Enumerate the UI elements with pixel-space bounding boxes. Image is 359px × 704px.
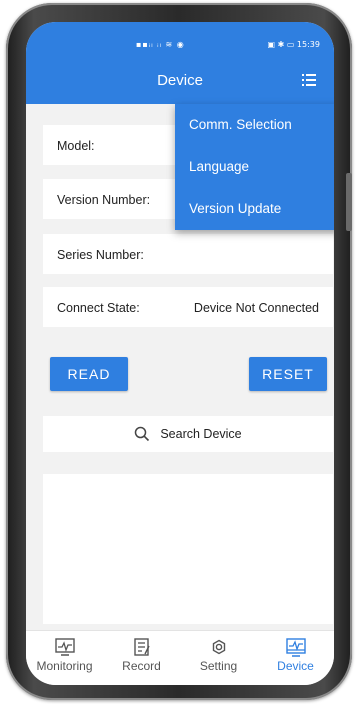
model-label: Model: <box>57 139 95 153</box>
version-label: Version Number: <box>57 193 151 207</box>
record-icon <box>133 638 150 656</box>
menu-item-comm-selection[interactable]: Comm. Selection <box>175 104 334 146</box>
search-device-label: Search Device <box>160 427 242 441</box>
tab-monitoring[interactable]: Monitoring <box>26 637 103 673</box>
bottom-tab-bar: Monitoring Record Setting Device <box>26 630 334 685</box>
side-button <box>346 173 352 231</box>
tab-record[interactable]: Record <box>103 637 180 673</box>
device-icon <box>285 638 306 657</box>
overflow-menu: Comm. Selection Language Version Update <box>175 104 334 230</box>
status-signal-icons: ▪▪ᵢₗ ᵢₗ ≋ ◉ <box>136 39 185 49</box>
status-bar: ▪▪ᵢₗ ᵢₗ ≋ ◉ ▣ ✱ ▭ 15:39 <box>136 38 320 50</box>
reset-button[interactable]: RESET <box>249 357 327 391</box>
tab-record-label: Record <box>122 659 161 673</box>
search-icon <box>135 426 150 442</box>
menu-item-language[interactable]: Language <box>175 146 334 188</box>
tab-monitoring-label: Monitoring <box>36 659 93 673</box>
connect-label: Connect State: <box>57 301 140 315</box>
tab-device-label: Device <box>277 659 314 673</box>
connect-state-value: Device Not Connected <box>193 301 319 315</box>
tab-setting[interactable]: Setting <box>180 637 257 673</box>
menu-icon[interactable] <box>302 74 316 86</box>
read-button[interactable]: READ <box>50 357 128 391</box>
screen: ▪▪ᵢₗ ᵢₗ ≋ ◉ ▣ ✱ ▭ 15:39 Device Model: Ve… <box>26 22 334 685</box>
app-header: ▪▪ᵢₗ ᵢₗ ≋ ◉ ▣ ✱ ▭ 15:39 Device <box>26 22 334 104</box>
gear-icon <box>212 639 225 655</box>
status-clock: ▣ ✱ ▭ 15:39 <box>267 39 320 49</box>
series-row: Series Number: <box>43 234 333 274</box>
series-label: Series Number: <box>57 248 144 262</box>
search-device-button[interactable]: Search Device <box>43 416 333 452</box>
connect-row: Connect State: Device Not Connected <box>43 287 333 327</box>
tab-device[interactable]: Device <box>257 637 334 673</box>
page-title: Device <box>157 72 203 89</box>
monitor-icon <box>54 638 75 656</box>
tab-setting-label: Setting <box>199 659 238 673</box>
menu-item-version-update[interactable]: Version Update <box>175 188 334 230</box>
device-list-panel <box>43 474 333 624</box>
